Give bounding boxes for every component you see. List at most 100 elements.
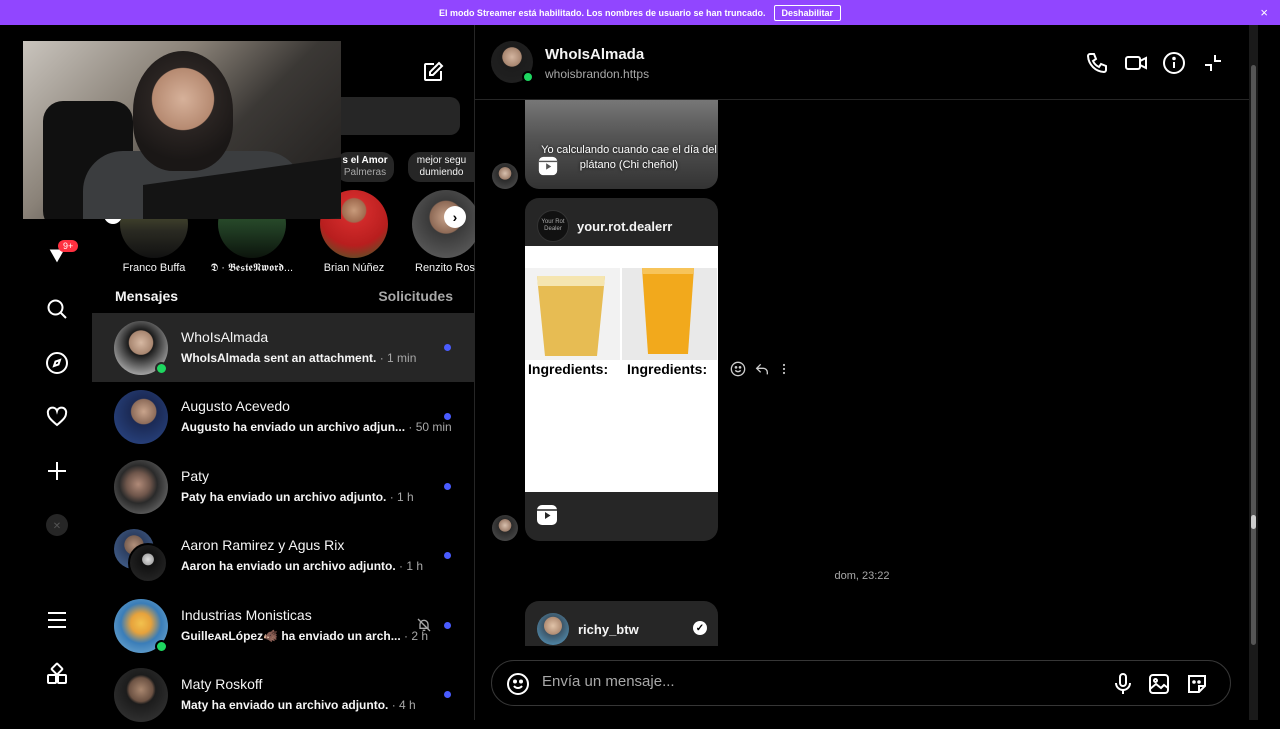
conversation-item[interactable]: Industrias Monisticas GuilleᴀʀLópez🐗 ha … (92, 591, 475, 660)
verified-badge-icon: ✓ (693, 621, 707, 635)
conversation-item[interactable]: Paty Paty ha enviado un archivo adjunto.… (92, 452, 475, 521)
reply-icon[interactable] (754, 361, 770, 377)
phone-icon[interactable] (1085, 51, 1109, 75)
reels-icon (535, 503, 559, 527)
compose-icon[interactable] (421, 60, 445, 84)
unread-dot (444, 483, 451, 490)
share-username[interactable]: richy_btw (578, 622, 639, 637)
share-avatar (537, 613, 569, 645)
shared-post[interactable]: Your Rot Dealer your.rot.dealerr Ingredi… (525, 198, 718, 541)
online-indicator (155, 362, 168, 375)
date-separator: dom, 23:22 (834, 570, 890, 582)
shared-post[interactable]: richy_btw ✓ (525, 601, 718, 646)
streamer-mode-banner: El modo Streamer está habilitado. Los no… (0, 0, 1280, 25)
chat-panel: WhoIsAlmada whoisbrandon.https Yo calcul… (475, 25, 1249, 720)
conversation-item[interactable]: Aaron Ramirez y Agus Rix Aaron ha enviad… (92, 521, 475, 590)
message-composer (491, 660, 1231, 706)
reel-caption: Yo calculando cuando cae el día del plát… (541, 144, 717, 171)
online-indicator (155, 640, 168, 653)
reel-attachment[interactable]: Yo calculando cuando cae el día del plát… (525, 100, 718, 189)
more-apps-icon[interactable] (45, 662, 69, 686)
info-icon[interactable] (1162, 51, 1186, 75)
post-image: Ingredients: Ingredients: (525, 246, 718, 492)
conversation-preview: Paty ha enviado un archivo adjunto. · 1 … (181, 490, 414, 504)
banner-close-icon[interactable]: × (1260, 5, 1268, 20)
reels-icon (537, 155, 559, 177)
story-label: Franco Buffa (122, 262, 186, 274)
video-call-icon[interactable] (1124, 51, 1148, 75)
unread-dot (444, 622, 451, 629)
conversation-name: Paty (181, 468, 210, 484)
chat-title[interactable]: WhoIsAlmada (545, 46, 644, 63)
chat-subtitle: whoisbrandon.https (545, 67, 650, 81)
conversation-name: Industrias Monisticas (181, 607, 312, 623)
unread-dot (444, 344, 451, 351)
sticker-icon[interactable] (1185, 672, 1209, 696)
profile-avatar-icon[interactable]: ✕ (45, 513, 69, 537)
online-indicator (522, 71, 534, 83)
post-header: Your Rot Dealer your.rot.dealerr (525, 198, 718, 246)
post-username[interactable]: your.rot.dealerr (577, 219, 672, 234)
conversation-preview: GuilleᴀʀLópez🐗 ha enviado un arch... · 2… (181, 629, 429, 643)
create-icon[interactable] (45, 459, 69, 483)
conversation-name: Aaron Ramirez y Agus Rix (181, 537, 345, 553)
conversation-preview: Augusto ha enviado un archivo adjun... ·… (181, 420, 452, 434)
post-avatar: Your Rot Dealer (537, 210, 569, 242)
conversation-name: Maty Roskoff (181, 676, 263, 692)
avatar (114, 460, 168, 514)
avatar (114, 390, 168, 444)
heart-icon[interactable] (45, 405, 69, 429)
story-label: Renzito Ros (415, 262, 475, 274)
menu-icon[interactable] (45, 608, 69, 632)
unread-dot (444, 691, 451, 698)
minimize-icon[interactable] (1201, 51, 1225, 75)
search-icon[interactable] (45, 297, 69, 321)
glass-right (622, 268, 717, 360)
emoji-icon[interactable] (506, 672, 530, 696)
conversation-item[interactable]: WhoIsAlmada WhoIsAlmada sent an attachme… (92, 313, 475, 382)
conversation-preview: Maty ha enviado un archivo adjunto. · 4 … (181, 698, 416, 712)
glass-left (525, 268, 620, 360)
story-label: Brian Núñez (323, 262, 385, 274)
inbox-tabs: Mensajes Solicitudes (93, 288, 453, 308)
tab-requests[interactable]: Solicitudes (378, 288, 453, 304)
unread-dot (444, 413, 451, 420)
scroll-track (1251, 65, 1256, 645)
notification-badge: 9+ (58, 240, 79, 252)
story-label: 𝕯 · 𝕭𝖊𝖘𝖙𝖊𝕹𝖜𝖔𝖗𝖉... (210, 262, 294, 274)
more-options-icon[interactable] (778, 361, 790, 377)
message-input[interactable] (542, 673, 1042, 690)
webcam-overlay (23, 41, 341, 219)
svg-text:✕: ✕ (53, 521, 61, 532)
avatar (114, 668, 168, 722)
unread-dot (444, 552, 451, 559)
microphone-icon[interactable] (1111, 672, 1135, 696)
chat-scrollbar[interactable] (1249, 25, 1258, 720)
sender-avatar (492, 515, 518, 541)
search-input[interactable] (340, 97, 460, 135)
stories-next-button[interactable]: › (444, 206, 466, 228)
conversation-preview: Aaron ha enviado un archivo adjunto. · 1… (181, 559, 424, 573)
ingredients-label-right: Ingredients: (627, 361, 708, 377)
disable-streamer-button[interactable]: Deshabilitar (773, 4, 842, 21)
tab-messages[interactable]: Mensajes (115, 288, 178, 304)
conversation-item[interactable]: Maty Roskoff Maty ha enviado un archivo … (92, 660, 475, 729)
conversation-preview: WhoIsAlmada sent an attachment. · 1 min (181, 351, 417, 365)
story-item[interactable]: Renzito Ros (412, 190, 475, 274)
message-actions (730, 361, 790, 377)
conversation-item[interactable]: Augusto Acevedo Augusto ha enviado un ar… (92, 382, 475, 451)
avatar (128, 543, 168, 583)
muted-bell-icon (416, 617, 432, 633)
explore-icon[interactable] (45, 351, 69, 375)
conversation-name: Augusto Acevedo (181, 398, 290, 414)
image-icon[interactable] (1147, 672, 1171, 696)
chat-header: WhoIsAlmada whoisbrandon.https (475, 25, 1249, 100)
note-bubble[interactable]: s el Amor Palmeras (336, 152, 394, 182)
sender-avatar (492, 163, 518, 189)
banner-text: El modo Streamer está habilitado. Los no… (438, 7, 766, 18)
note-bubble[interactable]: mejor segu dumiendo (408, 152, 475, 182)
ingredients-label-left: Ingredients: (528, 361, 609, 377)
conversation-name: WhoIsAlmada (181, 329, 269, 345)
scroll-thumb[interactable] (1251, 515, 1256, 529)
react-emoji-icon[interactable] (730, 361, 746, 377)
